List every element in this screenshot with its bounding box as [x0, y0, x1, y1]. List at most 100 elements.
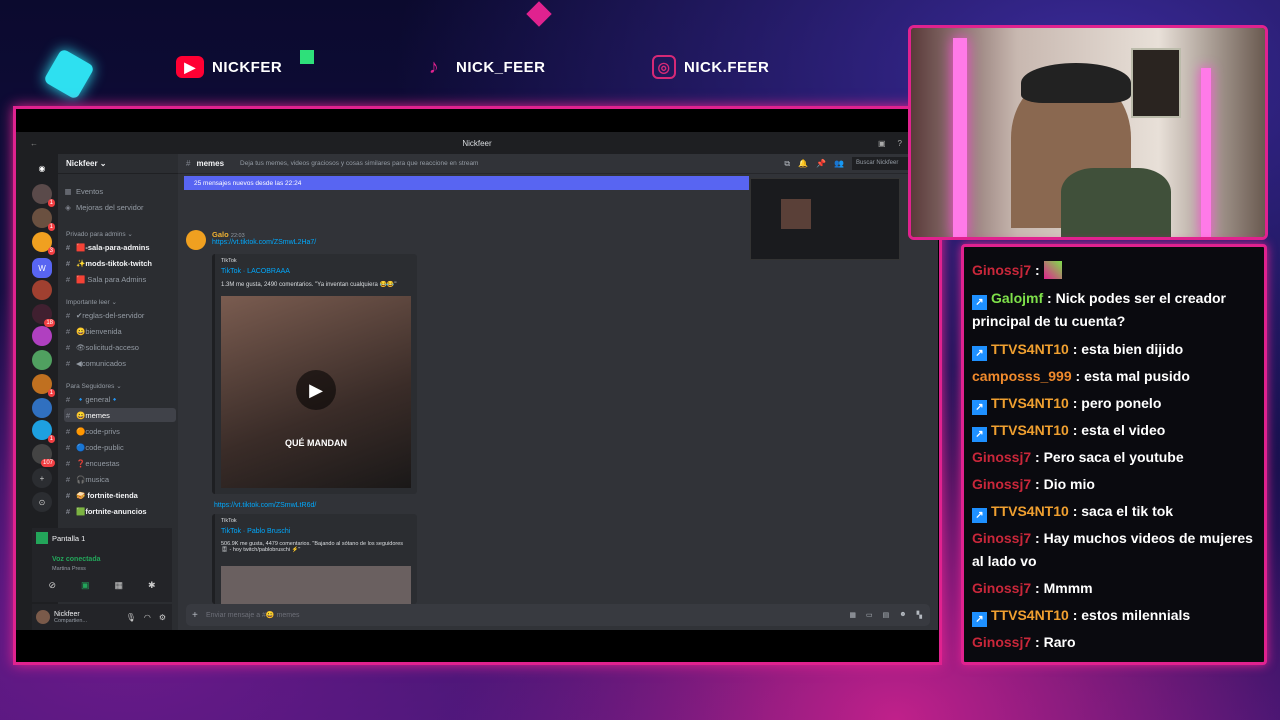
gif-icon[interactable]: ▭: [866, 611, 873, 619]
twitch-badge-icon: ↗: [972, 400, 987, 415]
add-server-icon[interactable]: +: [32, 468, 52, 488]
chat-text: estos milennials: [1081, 607, 1191, 623]
server-icon[interactable]: 1: [32, 420, 55, 443]
channel-item[interactable]: # ❓encuestas: [64, 456, 176, 470]
play-button-icon[interactable]: ▶: [296, 370, 336, 410]
explore-icon[interactable]: ⊙: [32, 492, 52, 512]
bell-icon[interactable]: 🔔: [798, 159, 808, 168]
screen-share-preview[interactable]: [750, 178, 900, 260]
chat-message: Ginossj7 : Hay muchos videos de mujeres …: [972, 527, 1262, 573]
inbox-icon[interactable]: ▣: [878, 139, 886, 148]
channel-item[interactable]: # 🎧musica: [64, 472, 176, 486]
channel-name: memes: [196, 159, 225, 168]
channel-item[interactable]: # 😀bienvenida: [64, 324, 176, 338]
settings-gear-icon[interactable]: ⚙: [159, 613, 166, 622]
video-caption: QUÉ MANDAN: [285, 438, 347, 448]
channel-header: # memes Deja tus memes, videos graciosos…: [178, 154, 938, 174]
new-messages-banner[interactable]: 25 mensajes nuevos desde las 22:24: [184, 176, 749, 190]
embed-title[interactable]: TikTok · Pablo Bruschi: [221, 528, 290, 535]
user-status: Compartien...: [54, 617, 88, 624]
server-name[interactable]: Nickfeer ⌄: [58, 154, 178, 174]
server-icon[interactable]: 1: [32, 374, 55, 397]
channel-item[interactable]: # 🔹general🔹: [64, 392, 176, 406]
chat-separator: :: [1031, 580, 1044, 596]
chat-username: Ginossj7: [972, 634, 1032, 650]
channel-item[interactable]: # 🟥-sala-para-admins: [64, 240, 176, 254]
hash-icon: #: [186, 159, 191, 168]
chat-username: TTVS4NT10: [991, 607, 1069, 623]
channel-item[interactable]: # ✨mods-tiktok-twitch: [64, 256, 176, 270]
server-icon[interactable]: 18: [32, 304, 55, 327]
message-link[interactable]: https://vt.tiktok.com/ZSmwLtR6d/: [214, 502, 316, 509]
user-panel: Nickfeer Compartien... 🎙 ◠ ⚙: [32, 604, 172, 630]
server-icon-active[interactable]: W: [32, 258, 52, 278]
chat-message: ↗ TTVS4NT10 : esta bien dijido: [972, 338, 1262, 361]
emoji-icon[interactable]: ☻: [899, 611, 906, 619]
chat-text: saca el tik tok: [1081, 503, 1174, 519]
chat-text: Pero saca el youtube: [1043, 449, 1184, 465]
server-icon[interactable]: 1: [32, 208, 55, 231]
server-icon[interactable]: [32, 326, 52, 346]
help-icon[interactable]: ?: [898, 139, 902, 148]
twitch-badge-icon: ↗: [972, 295, 987, 310]
apps-icon[interactable]: ▚: [917, 611, 922, 619]
boost-item[interactable]: ◈ Mejoras del servidor: [64, 200, 176, 214]
server-icon[interactable]: [32, 398, 52, 418]
channel-item[interactable]: # ◀comunicados: [64, 356, 176, 370]
mention-badge: 107: [40, 459, 55, 467]
embed-title[interactable]: TikTok · LACOBRAAA: [221, 268, 290, 275]
pin-icon[interactable]: 📌: [816, 159, 826, 168]
discord-home-icon[interactable]: ◉: [32, 158, 52, 178]
embed-provider: TikTok: [221, 258, 237, 264]
channel-item[interactable]: # 🔵code-public: [64, 440, 176, 454]
server-icon[interactable]: 107: [32, 444, 55, 467]
sticker-icon[interactable]: ▤: [883, 611, 890, 619]
message-input[interactable]: + Enviar mensaje a #😀 memes ▦ ▭ ▤ ☻ ▚: [186, 604, 930, 626]
video-thumbnail[interactable]: ▶ QUÉ MANDAN: [221, 296, 411, 488]
title-bar: ← Nickfeer ▣?: [16, 132, 938, 154]
instagram-handle: NICK.FEER: [684, 58, 770, 76]
channel-item[interactable]: # 🥪 fortnite-tienda: [64, 488, 176, 502]
camera-off-icon[interactable]: ⊘: [48, 580, 56, 591]
chat-message: ↗ TTVS4NT10 : estos milennials: [972, 604, 1262, 627]
chat-text: Mmmm: [1043, 580, 1093, 596]
chat-username: Ginossj7: [972, 449, 1032, 465]
category-header[interactable]: Para Seguidores ⌄: [66, 382, 122, 390]
back-arrow-icon[interactable]: ←: [30, 139, 38, 148]
chat-message: ↗ TTVS4NT10 : pero ponelo: [972, 392, 1262, 415]
message-author[interactable]: Galo: [212, 230, 229, 239]
category-header[interactable]: Importante leer ⌄: [66, 298, 117, 306]
message-link[interactable]: https://vt.tiktok.com/ZSmwL2Ha7/: [212, 239, 316, 246]
chat-separator: :: [1031, 476, 1044, 492]
channel-item[interactable]: # 🟩fortnite-anuncios: [64, 504, 176, 518]
voice-channel-name: Martina Press: [52, 566, 86, 572]
channel-item[interactable]: # 🟥 Sala para Admins: [64, 272, 176, 286]
server-icon[interactable]: 1: [32, 184, 55, 207]
server-icon[interactable]: [32, 350, 52, 370]
chat-username: TTVS4NT10: [991, 341, 1069, 357]
activities-icon[interactable]: ▦: [114, 580, 123, 591]
embed-provider: TikTok: [221, 518, 237, 524]
category-header[interactable]: Privado para admins ⌄: [66, 230, 133, 238]
server-icon[interactable]: [32, 280, 52, 300]
channel-item[interactable]: # 👁solicitud-acceso: [64, 340, 176, 354]
server-icon[interactable]: 3: [32, 232, 55, 255]
threads-icon[interactable]: ⧉: [784, 159, 790, 169]
avatar[interactable]: [36, 610, 50, 624]
screen-share-button[interactable]: ▣: [81, 580, 90, 591]
username: Nickfeer: [54, 610, 80, 618]
chat-separator: :: [1068, 607, 1082, 623]
channel-item[interactable]: # ✔reglas-del-servidor: [64, 308, 176, 322]
mention-badge: 1: [47, 199, 55, 207]
avatar[interactable]: [186, 230, 206, 250]
soundboard-icon[interactable]: ✱: [148, 580, 156, 591]
channel-item[interactable]: # 🟠code-privs: [64, 424, 176, 438]
mic-icon[interactable]: 🎙: [126, 613, 136, 622]
members-icon[interactable]: 👥: [834, 159, 844, 168]
channel-item-memes-active[interactable]: # 😀memes: [64, 408, 176, 422]
headphones-icon[interactable]: ◠: [144, 613, 151, 622]
events-item[interactable]: ▦ Eventos: [64, 184, 176, 198]
add-attachment-icon[interactable]: +: [192, 610, 198, 621]
gift-icon[interactable]: ▦: [849, 611, 856, 619]
video-thumbnail[interactable]: [221, 566, 411, 604]
